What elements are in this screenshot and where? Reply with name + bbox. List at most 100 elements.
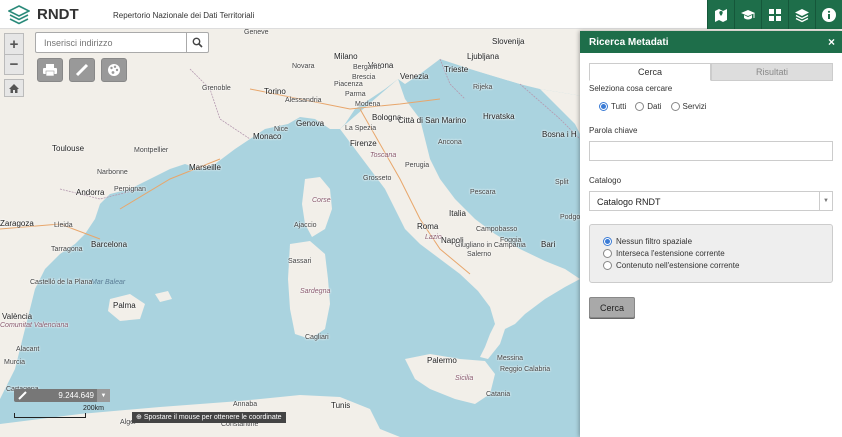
radio-dot[interactable] [670, 102, 680, 111]
map-place: Corse [312, 197, 331, 204]
spatial-intersect-option[interactable]: Interseca l'estensione corrente [603, 249, 725, 258]
map-place: Nice [274, 126, 289, 133]
app-brand: RNDT [37, 6, 79, 23]
map-place: Catania [486, 391, 511, 398]
map-place: Zaragoza [0, 219, 34, 228]
radio-label: Dati [647, 102, 662, 111]
radio-label: Nessun filtro spaziale [616, 237, 693, 246]
panel-tabs: Cerca Risultati [589, 63, 833, 81]
chevron-down-icon[interactable]: ▼ [819, 192, 832, 210]
map-place: Perugia [405, 162, 430, 169]
keyword-label: Parola chiave [589, 126, 638, 135]
spatial-filter-box: Nessun filtro spaziale Interseca l'esten… [589, 224, 833, 283]
catalog-select-value: Catalogo RNDT [597, 197, 661, 207]
map-place: Mar Balear [91, 279, 126, 286]
map-place: Reggio Calabria [500, 366, 551, 373]
radio-services[interactable]: Servizi [670, 102, 707, 111]
keyword-input[interactable] [589, 141, 833, 161]
map-place: Annaba [233, 401, 258, 408]
map-place: Toulouse [52, 144, 85, 153]
map-place: Montpellier [134, 147, 169, 154]
print-icon [43, 64, 57, 77]
radio-dot[interactable] [599, 102, 608, 111]
map-place: Alessandria [285, 97, 322, 104]
palette-icon [108, 64, 120, 76]
info-icon [822, 7, 836, 22]
map-place: Parma [345, 91, 366, 98]
layers-button[interactable] [788, 0, 815, 29]
draw-button[interactable] [101, 58, 127, 82]
map-place: Palma [113, 301, 136, 310]
map-place: Trieste [444, 65, 469, 74]
catalog-select[interactable]: Catalogo RNDT ▼ [589, 191, 833, 211]
scale-line-bar [14, 413, 86, 418]
grid-icon [769, 8, 781, 21]
map-place: Andorra [76, 188, 105, 197]
search-icon [192, 37, 203, 48]
search-submit-button[interactable]: Cerca [589, 297, 635, 318]
map-place: Marseille [189, 163, 222, 172]
map-place: Perpignan [114, 186, 146, 193]
guide-button[interactable] [734, 0, 761, 29]
radio-data[interactable]: Dati [635, 102, 662, 111]
graduation-cap-icon [741, 9, 755, 19]
map-place: Geneve [244, 29, 269, 36]
map-place: Monaco [253, 132, 282, 141]
ruler-icon [75, 63, 89, 77]
info-button[interactable] [815, 0, 842, 29]
map-place: Sardegna [300, 288, 331, 295]
radio-all[interactable]: Tutti [599, 102, 626, 111]
address-search-input[interactable] [36, 33, 186, 52]
measure-button[interactable] [69, 58, 95, 82]
radio-dot[interactable] [603, 237, 612, 246]
radio-dot[interactable] [603, 261, 612, 270]
map-place: Barcelona [91, 240, 128, 249]
scale-label: 200km [82, 405, 104, 412]
map-place: València [2, 312, 33, 321]
layers-icon [795, 8, 809, 22]
chevron-down-icon[interactable]: ▼ [97, 389, 110, 402]
app-subtitle: Repertorio Nazionale dei Dati Territoria… [113, 11, 255, 20]
map-place: Tarragona [51, 246, 83, 253]
home-button[interactable] [4, 79, 24, 97]
map-place: Bergamo [353, 64, 382, 71]
map-place: Split [555, 179, 569, 186]
coordinates-hint: ⊕ Spostare il mouse per ottenere le coor… [132, 412, 286, 423]
print-button[interactable] [37, 58, 63, 82]
tab-results[interactable]: Risultati [711, 63, 833, 81]
radio-dot[interactable] [635, 102, 645, 111]
zoom-in-button[interactable]: + [5, 34, 23, 54]
map-place: Castelló de la Plana [30, 279, 93, 286]
ruler-icon [18, 391, 27, 400]
search-type-label: Seleziona cosa cercare [589, 84, 673, 93]
map-place: Bologna [372, 113, 402, 122]
map-place: Grosseto [363, 175, 392, 182]
zoom-control: + − [4, 33, 24, 75]
map-place: Modena [355, 101, 381, 108]
scale-value: 9.244.649 [58, 391, 94, 400]
map-place: Ajaccio [294, 222, 317, 229]
map-place: Comunitat Valenciana [0, 322, 69, 329]
map-book-icon [715, 8, 727, 22]
map-place: Piacenza [334, 81, 363, 88]
map-place: Roma [417, 222, 439, 231]
scale-line: 200km [14, 405, 106, 419]
spatial-contained-option[interactable]: Contenuto nell'estensione corrente [603, 261, 739, 270]
search-button[interactable] [186, 33, 208, 52]
close-icon[interactable]: × [828, 35, 835, 49]
map-place: Salerno [467, 251, 492, 258]
map-place: La Spezia [345, 125, 377, 132]
widgets-button[interactable] [761, 0, 788, 29]
radio-label: Interseca l'estensione corrente [616, 249, 725, 258]
catalog-button[interactable] [707, 0, 734, 29]
coordinates-icon: ⊕ [136, 414, 144, 421]
tab-search[interactable]: Cerca [589, 63, 711, 81]
address-search-box [35, 32, 209, 53]
scale-display[interactable]: 9.244.649 ▼ [14, 389, 110, 402]
map-place: Bosna i H [542, 130, 577, 139]
map-place: Pescara [470, 189, 496, 196]
map-place: Toscana [370, 152, 397, 159]
spatial-none-option[interactable]: Nessun filtro spaziale [603, 237, 692, 246]
zoom-out-button[interactable]: − [5, 54, 23, 74]
radio-dot[interactable] [603, 249, 612, 258]
